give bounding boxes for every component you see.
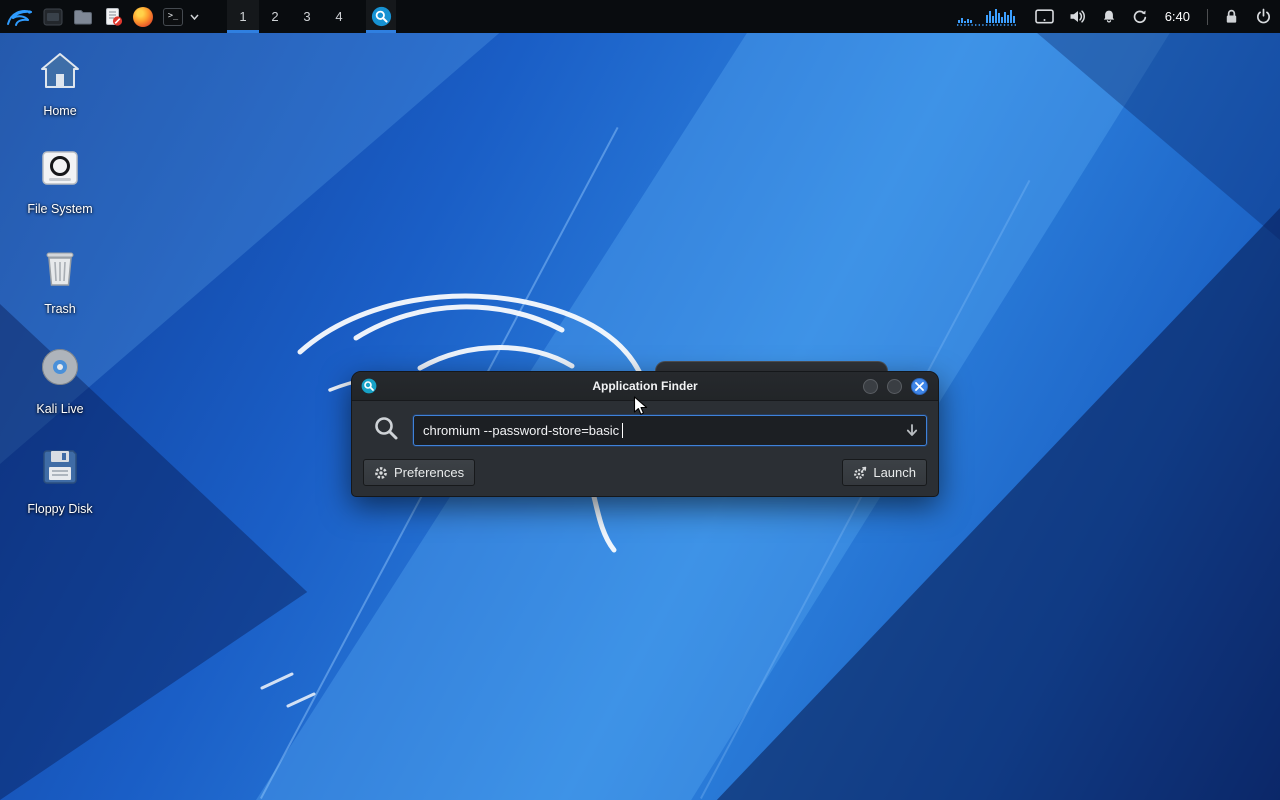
desktop-icon-floppy-disk[interactable]: Floppy Disk (10, 446, 110, 516)
top-panel: >_ 1 2 3 4 6:40 (0, 0, 1280, 33)
desktop-icon-home[interactable]: Home (10, 50, 110, 118)
application-finder-icon (371, 6, 391, 27)
desktop-icon-list: Home File System Trash Kali Live Floppy … (10, 50, 110, 516)
disc-icon (39, 346, 81, 393)
gear-icon (375, 466, 387, 479)
preferences-button[interactable]: Preferences (363, 459, 476, 486)
clock[interactable]: 6:40 (1163, 9, 1192, 24)
home-icon (38, 50, 82, 95)
application-finder-icon (361, 378, 377, 394)
notifications-tray-button[interactable] (1101, 0, 1117, 33)
close-icon (915, 381, 924, 391)
window-controls (863, 377, 928, 395)
workspace-3[interactable]: 3 (291, 0, 323, 33)
lock-icon (1226, 9, 1237, 23)
button-row: Preferences Launch (363, 459, 927, 486)
terminal-launcher[interactable]: >_ (158, 0, 188, 33)
preferences-label: Preferences (394, 465, 465, 480)
launch-button[interactable]: Launch (842, 459, 927, 486)
chevron-down-icon (190, 14, 199, 20)
display-settings-tray-button[interactable] (1034, 0, 1054, 33)
window-titlebar[interactable]: Application Finder (352, 372, 938, 401)
search-query-text: chromium --password-store=basic (423, 423, 620, 438)
workspace-2[interactable]: 2 (259, 0, 291, 33)
logout-button[interactable] (1255, 0, 1272, 33)
desktop-icon-label: File System (27, 202, 93, 216)
display-icon (1034, 9, 1054, 24)
window-title: Application Finder (592, 379, 698, 393)
folder-icon (74, 9, 92, 24)
kali-menu-button[interactable] (0, 0, 38, 33)
application-finder-window: Application Finder chromium --password-s… (351, 371, 939, 497)
text-editor-launcher[interactable] (98, 0, 128, 33)
minimize-button[interactable] (863, 378, 878, 394)
volume-icon (1070, 10, 1085, 23)
search-row: chromium --password-store=basic (363, 414, 927, 447)
workspace-switcher: 1 2 3 4 (227, 0, 355, 33)
firefox-launcher[interactable] (128, 0, 158, 33)
firefox-icon (133, 6, 153, 27)
desktop-icon-label: Kali Live (36, 402, 84, 416)
kali-logo-icon (7, 9, 32, 26)
system-tray: 6:40 (956, 0, 1280, 33)
application-finder-taskbar-button[interactable] (366, 0, 396, 33)
terminal-launcher-group: >_ (158, 0, 201, 33)
arrow-down-icon (906, 423, 918, 436)
finder-body: chromium --password-store=basic Preferen… (352, 401, 938, 496)
search-input[interactable]: chromium --password-store=basic (413, 415, 927, 446)
power-icon (1257, 8, 1270, 24)
desktop-icon-file-system[interactable]: File System (10, 148, 110, 216)
bell-icon (1103, 10, 1114, 23)
updates-tray-button[interactable] (1132, 0, 1148, 33)
search-icon (372, 414, 400, 447)
hard-drive-icon (39, 148, 81, 193)
workspace-1[interactable]: 1 (227, 0, 259, 33)
text-editor-icon (105, 7, 122, 26)
terminal-icon: >_ (163, 7, 183, 26)
folder-launcher[interactable] (68, 0, 98, 33)
desktop-icon-kali-live[interactable]: Kali Live (10, 346, 110, 416)
text-caret (622, 423, 624, 438)
dropdown-arrow-button[interactable] (900, 418, 924, 443)
system-monitor-graph[interactable] (956, 0, 1020, 33)
tray-separator (1207, 8, 1208, 25)
terminal-dropdown-button[interactable] (188, 0, 201, 33)
maximize-button[interactable] (887, 378, 902, 394)
lock-screen-button[interactable] (1223, 0, 1240, 33)
trash-icon (40, 246, 80, 293)
volume-tray-button[interactable] (1069, 0, 1086, 33)
close-button[interactable] (911, 377, 928, 395)
update-circle-icon (1133, 10, 1146, 23)
desktop-icon-label: Trash (44, 302, 76, 316)
file-manager-launcher[interactable] (38, 0, 68, 33)
desktop-icon-trash[interactable]: Trash (10, 246, 110, 316)
desktop-icon-label: Floppy Disk (27, 502, 93, 516)
workspace-4[interactable]: 4 (323, 0, 355, 33)
floppy-icon (39, 446, 81, 493)
network-graph-icon (956, 8, 1018, 26)
launch-icon (854, 466, 867, 479)
desktop-icon-label: Home (43, 104, 77, 118)
launch-label: Launch (873, 465, 916, 480)
dark-window-icon (43, 8, 63, 25)
